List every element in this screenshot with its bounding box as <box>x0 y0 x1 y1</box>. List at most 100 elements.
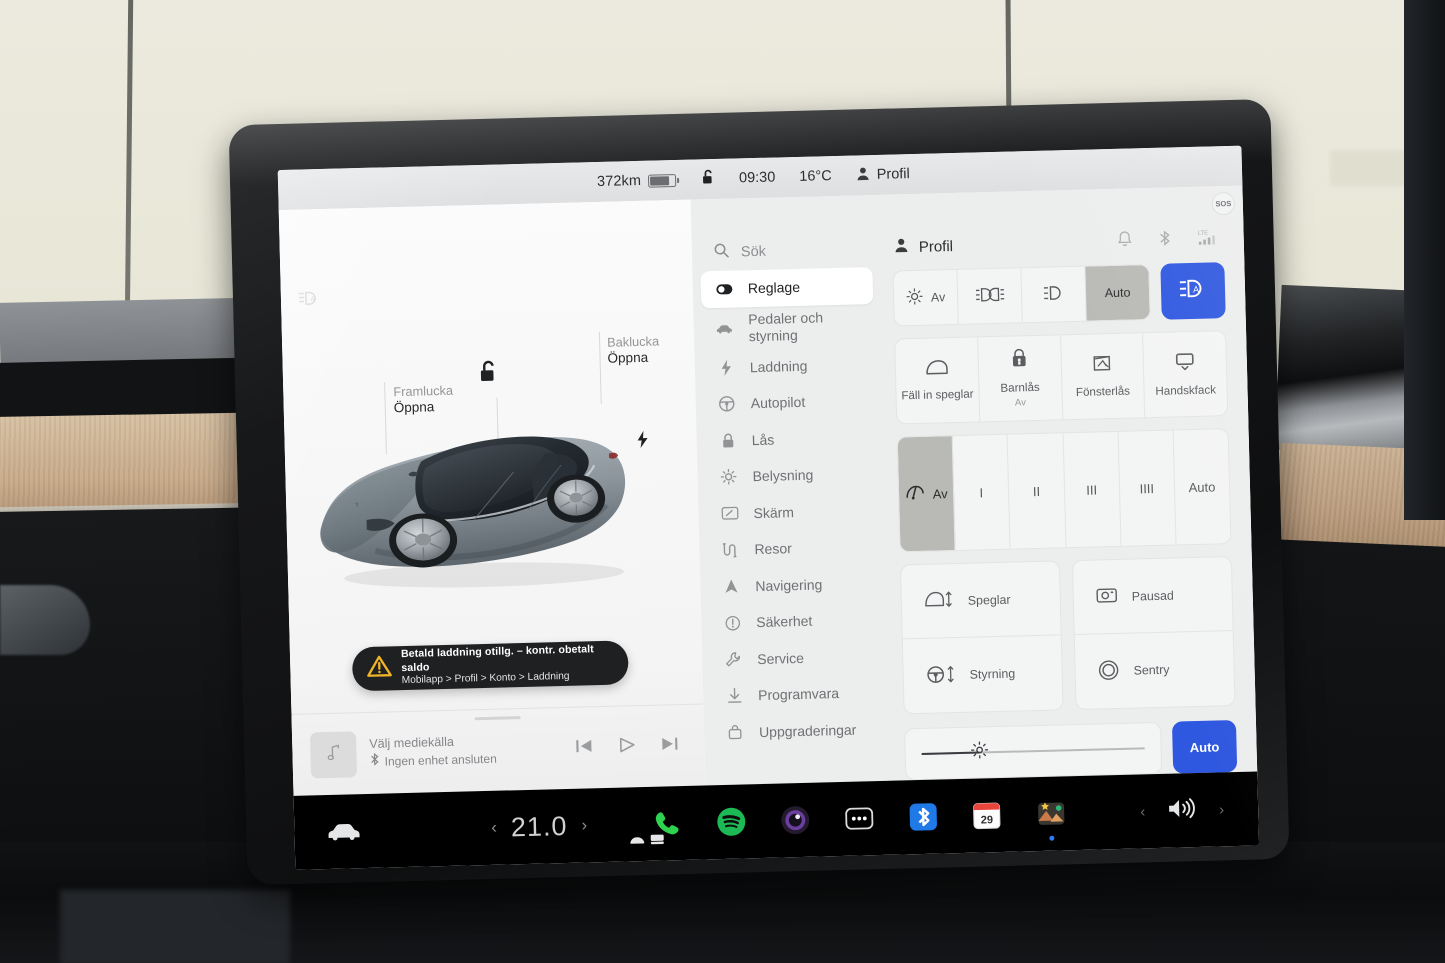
car-quick-button[interactable] <box>310 816 428 846</box>
front-trunk-title: Framlucka <box>393 382 454 400</box>
sidebar-item-programvara[interactable]: Programvara <box>711 674 884 715</box>
media-info[interactable]: Välj mediekälla Ingen enhet ansluten <box>369 730 563 772</box>
glovebox-tile[interactable]: Handskfack <box>1143 331 1227 417</box>
display-surface: 372km 09:30 16°C Profil A Framlucka Öppn… <box>277 145 1260 870</box>
wiper-auto-cell[interactable]: Auto <box>1173 429 1230 544</box>
sidebar-item-sakerhet[interactable]: Säkerhet <box>709 601 882 642</box>
volume-increase-button[interactable]: › <box>1219 801 1224 818</box>
sidebar-item-resor[interactable]: Resor <box>707 528 880 569</box>
front-trunk-action: Öppna <box>393 399 435 416</box>
search-input[interactable]: Sök <box>692 239 880 264</box>
bluetooth-app-icon[interactable] <box>906 801 939 834</box>
photos-app-icon[interactable] <box>1034 797 1067 841</box>
settings-profile-button[interactable]: Profil <box>880 232 1118 259</box>
padlock-icon <box>718 432 736 448</box>
temperature-increase-button[interactable]: › <box>581 815 587 835</box>
sidebar-item-service[interactable]: Service <box>710 637 883 678</box>
svg-text:A: A <box>1193 284 1199 294</box>
sidebar-item-label: Autopilot <box>750 394 806 412</box>
sidebar-item-label: Service <box>757 649 805 667</box>
sidebar-item-label: Navigering <box>755 576 823 594</box>
lights-off-label: Av <box>930 290 946 305</box>
brightness-slider[interactable] <box>904 721 1163 781</box>
sidebar-item-autopilot[interactable]: Autopilot <box>703 382 876 423</box>
auto-high-beam-button[interactable]: A <box>1160 262 1226 320</box>
sidebar-item-label: Reglage <box>747 279 801 297</box>
low-beam-icon <box>1042 285 1064 304</box>
sidebar-item-reglage[interactable]: Reglage <box>700 267 874 308</box>
quick-tiles-row: Fäll in speglar Barnlås Av Fönsterlås Ha… <box>894 330 1229 425</box>
temperature-value[interactable]: 21.0 <box>511 810 568 842</box>
vehicle-image[interactable] <box>312 411 660 595</box>
tesla-center-screen: 372km 09:30 16°C Profil A Framlucka Öppn… <box>228 98 1290 886</box>
child-lock-tile[interactable]: Barnlås Av <box>977 335 1063 422</box>
window-lock-tile[interactable]: Fönsterlås <box>1060 333 1146 420</box>
seat-heater-left-icon[interactable] <box>630 832 645 850</box>
wiper-speed-4-cell[interactable]: IIII <box>1118 430 1177 546</box>
wiper-speed-3-cell[interactable]: III <box>1063 431 1122 548</box>
lights-auto-label: Auto <box>1104 285 1131 301</box>
child-lock-label: Barnlås <box>1000 380 1040 395</box>
sidebar-item-navigering[interactable]: Navigering <box>708 564 881 605</box>
charge-bolt-icon[interactable] <box>636 430 649 453</box>
spotify-app-icon[interactable] <box>715 805 748 838</box>
brightness-auto-button[interactable]: Auto <box>1171 720 1238 774</box>
lights-auto-cell[interactable]: Auto <box>1085 265 1150 321</box>
low-beam-cell[interactable] <box>1021 266 1087 323</box>
album-art-placeholder[interactable] <box>309 730 358 778</box>
parking-lights-icon <box>974 287 1004 306</box>
brightness-track[interactable] <box>921 741 1145 759</box>
bell-icon[interactable] <box>1118 230 1133 251</box>
auto-high-beam-icon: A <box>1179 279 1208 304</box>
temperature-decrease-button[interactable]: ‹ <box>491 818 497 838</box>
drag-handle[interactable] <box>474 716 521 721</box>
sidebar-item-pedaler-och-styrning[interactable]: Pedaler och styrning <box>701 304 874 350</box>
previous-track-button[interactable] <box>575 737 593 759</box>
window-lock-icon <box>1092 354 1113 377</box>
lights-off-cell[interactable]: Av <box>893 269 959 326</box>
sidebar-item-skarm[interactable]: Skärm <box>706 491 879 532</box>
sos-label: SOS <box>1215 198 1232 209</box>
outside-temperature-value: 16°C <box>799 168 832 185</box>
next-track-button[interactable] <box>661 735 679 757</box>
sentry-label: Sentry <box>1133 662 1170 678</box>
camera-app-icon[interactable] <box>778 804 811 837</box>
sidebar-item-label: Belysning <box>752 466 814 485</box>
speaker-icon[interactable] <box>1167 796 1198 826</box>
dashcam-row[interactable]: Pausad <box>1072 557 1233 636</box>
wiper-speed-1-cell[interactable]: I <box>952 434 1011 551</box>
sidebar-item-las[interactable]: Lås <box>704 419 877 460</box>
parking-lights-cell[interactable] <box>957 268 1023 324</box>
wiper-speed-2-cell[interactable]: II <box>1007 433 1067 549</box>
rear-trunk-leader-line <box>598 331 602 404</box>
wiper-speed-4-label: IIII <box>1139 480 1155 496</box>
front-trunk-control[interactable]: Framlucka Öppna <box>393 383 454 417</box>
outside-temperature: 16°C <box>799 168 832 185</box>
wiper-off-cell[interactable]: Av <box>897 436 956 552</box>
sidebar-item-uppgraderingar[interactable]: Uppgraderingar <box>712 710 885 751</box>
glovebox-label: Handskfack <box>1155 382 1217 398</box>
calendar-app-icon[interactable]: 29 <box>970 799 1003 832</box>
unlocked-padlock-icon[interactable] <box>479 360 500 389</box>
more-apps-icon[interactable] <box>842 802 875 835</box>
sidebar-item-belysning[interactable]: Belysning <box>705 455 878 496</box>
child-lock-icon <box>1011 348 1029 373</box>
profile-button[interactable]: Profil <box>855 165 910 185</box>
road-icon <box>721 542 739 558</box>
sidebar-item-laddning[interactable]: Laddning <box>702 346 875 387</box>
fold-mirrors-tile[interactable]: Fäll in speglar <box>895 337 981 424</box>
bluetooth-icon[interactable] <box>1158 229 1171 251</box>
brightness-sun-icon[interactable] <box>970 740 990 764</box>
unlocked-padlock-icon[interactable] <box>702 169 716 189</box>
play-button[interactable] <box>618 736 636 758</box>
rear-trunk-control[interactable]: Baklucka Öppna <box>607 333 660 367</box>
volume-decrease-button[interactable]: ‹ <box>1140 803 1145 820</box>
sentry-row[interactable]: Sentry <box>1075 631 1235 709</box>
charging-warning-toast[interactable]: Betald laddning otillg. – kontr. obetalt… <box>351 640 629 692</box>
person-icon <box>855 166 869 185</box>
sidebar-item-label: Pedaler och styrning <box>748 309 824 344</box>
phone-app-icon[interactable] <box>651 807 684 840</box>
steering-adjust-row[interactable]: Styrning <box>903 635 1063 713</box>
range-area: 372km <box>278 172 690 198</box>
mirrors-adjust-row[interactable]: Speglar <box>900 561 1061 640</box>
